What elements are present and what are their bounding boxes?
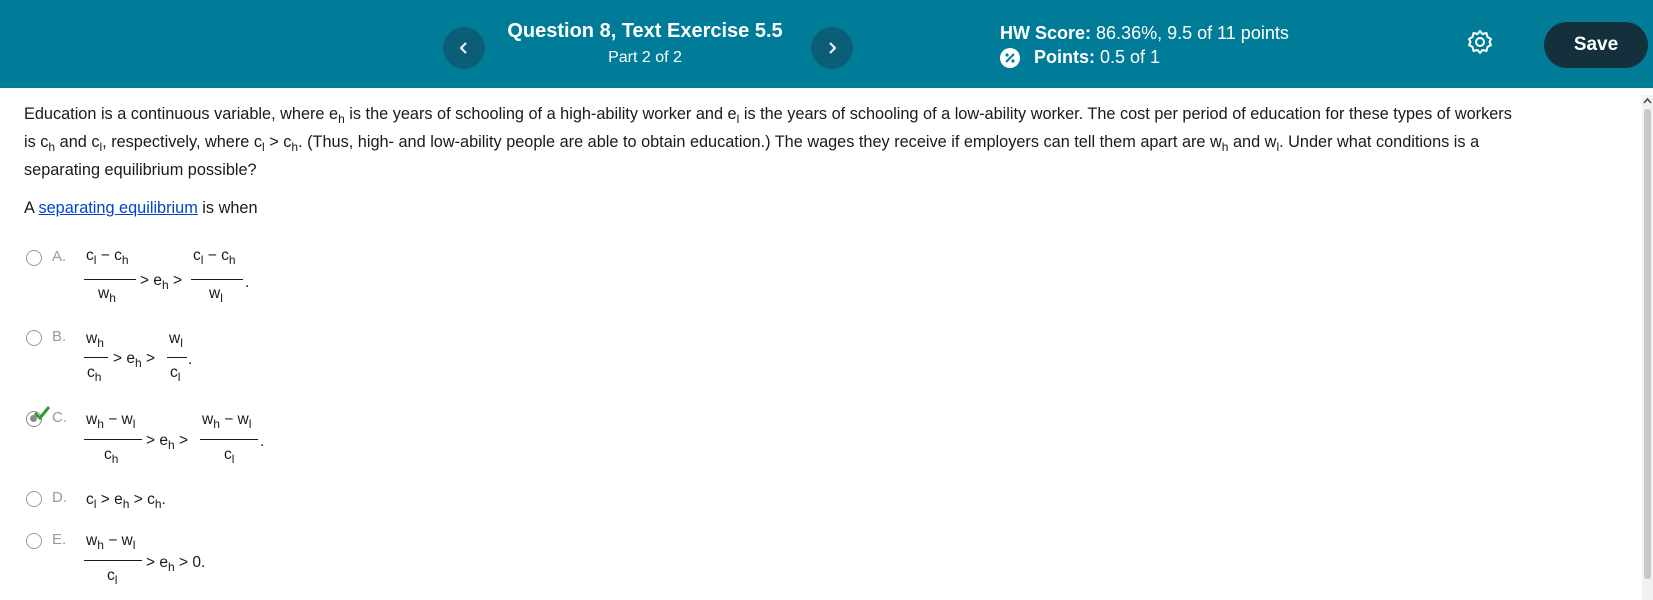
option-d-letter: D.: [52, 489, 67, 506]
question-title: Question 8, Text Exercise 5.5: [507, 20, 783, 42]
question-part: Part 2 of 2: [608, 49, 682, 66]
option-a-letter: A.: [52, 248, 67, 265]
option-c-radio[interactable]: [26, 406, 50, 427]
option-b[interactable]: B.: [26, 328, 86, 346]
header-bar: Question 8, Text Exercise 5.5 Part 2 of …: [0, 0, 1653, 88]
question-text: Education is a continuous variable, wher…: [24, 100, 1624, 222]
scrollbar[interactable]: [1642, 95, 1653, 600]
save-button[interactable]: Save: [1544, 22, 1648, 68]
option-a[interactable]: A.: [26, 248, 86, 266]
option-b-radio[interactable]: [26, 330, 42, 346]
option-c-letter: C.: [52, 409, 67, 426]
hw-score-value: 86.36%, 9.5 of 11 points: [1096, 23, 1289, 43]
points-value: 0.5 of 1: [1100, 47, 1161, 67]
option-b-letter: B.: [52, 328, 67, 345]
option-a-radio[interactable]: [26, 250, 42, 266]
scroll-up-icon[interactable]: [1642, 95, 1653, 107]
option-d-radio[interactable]: [26, 491, 42, 507]
correct-check-icon: [34, 406, 50, 420]
option-e-radio[interactable]: [26, 533, 42, 549]
scroll-thumb[interactable]: [1644, 109, 1651, 579]
chevron-right-icon: [829, 42, 837, 54]
question-paragraph: Education is a continuous variable, wher…: [24, 105, 1512, 179]
hw-score: HW Score: 86.36%, 9.5 of 11 points: [1000, 23, 1289, 44]
settings-gear-icon[interactable]: [1466, 28, 1494, 56]
option-e-letter: E.: [52, 531, 67, 548]
lead-sentence: A separating equilibrium is when: [24, 199, 258, 217]
separating-equilibrium-link[interactable]: separating equilibrium: [38, 199, 197, 217]
option-e[interactable]: E.: [26, 531, 86, 549]
partial-credit-icon: [1000, 47, 1020, 68]
option-d-formula: cl > eh > ch.: [86, 491, 166, 511]
points-label: Points:: [1034, 47, 1095, 67]
hw-score-label: HW Score:: [1000, 23, 1092, 43]
option-c[interactable]: C.: [26, 406, 86, 427]
next-question-button[interactable]: [811, 27, 853, 69]
points: Points: 0.5 of 1: [1000, 47, 1160, 68]
option-d[interactable]: D.: [26, 489, 86, 507]
